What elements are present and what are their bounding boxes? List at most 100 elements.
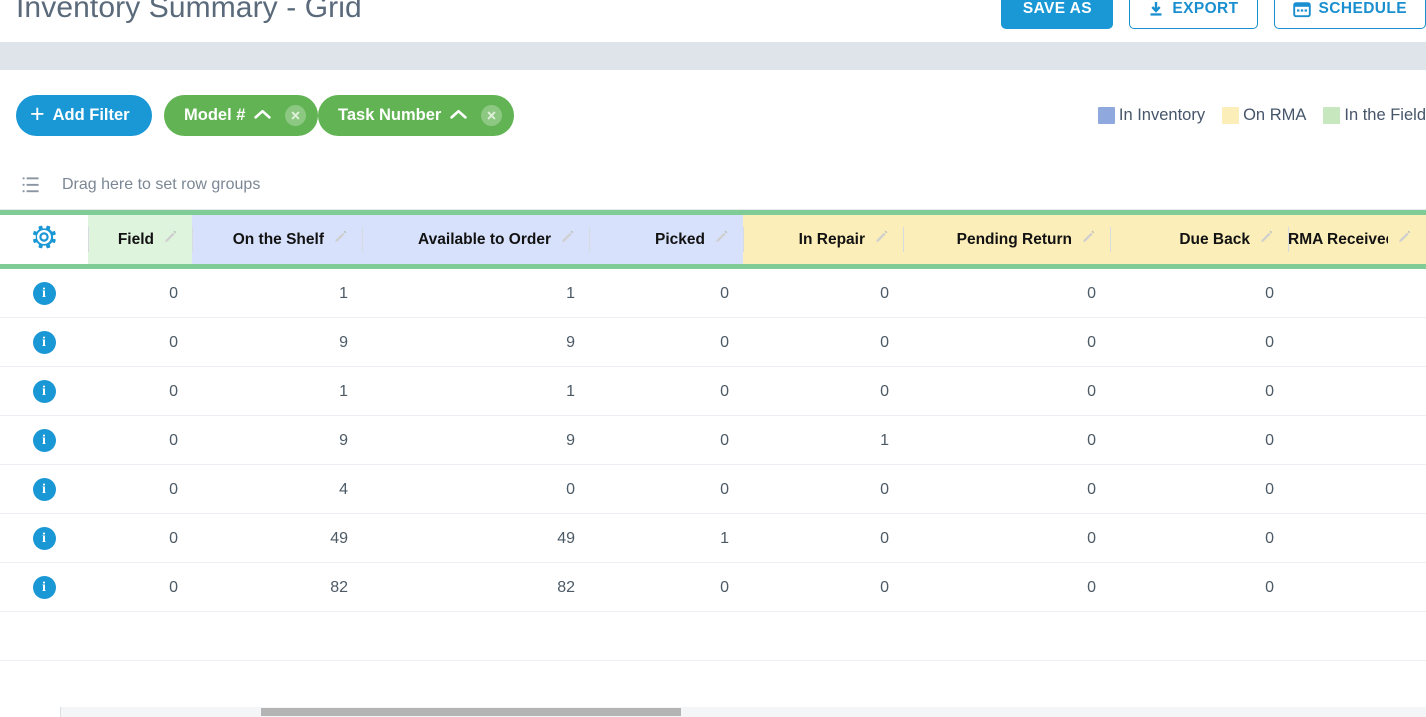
cell-pending_return: 0 xyxy=(1087,431,1096,449)
cell-field: 0 xyxy=(169,529,178,547)
cell-picked: 0 xyxy=(720,431,729,449)
report-card: + Add Filter Model # Task Number In Inve… xyxy=(0,70,1426,717)
cell-in_repair: 0 xyxy=(880,382,889,400)
scrollbar-track[interactable] xyxy=(60,707,1426,717)
pencil-icon[interactable] xyxy=(333,230,348,250)
title-bar: Inventory Summary - Grid SAVE AS EXPORT xyxy=(0,0,1426,42)
column-header-label: On the Shelf xyxy=(232,230,324,248)
scrollbar-thumb[interactable] xyxy=(261,708,681,716)
cell-rma_received xyxy=(1288,465,1426,514)
cell-due_back: 0 xyxy=(1265,529,1274,547)
row-info-cell: i xyxy=(0,318,88,367)
cell-pending_return: 0 xyxy=(1087,382,1096,400)
schedule-label: SCHEDULE xyxy=(1318,0,1407,17)
row-info-cell: i xyxy=(0,416,88,465)
cell-due_back: 0 xyxy=(1265,578,1274,596)
grid-header-row: Field On the Shelf Available to Order Pi… xyxy=(0,210,1426,269)
column-header-due-back[interactable]: Due Back xyxy=(1110,215,1288,264)
cell-available_to_order: 9 xyxy=(566,333,575,351)
info-icon[interactable]: i xyxy=(32,380,56,403)
save-as-label: SAVE AS xyxy=(1022,0,1092,17)
filter-chip-label: Task Number xyxy=(338,106,442,124)
pencil-icon[interactable] xyxy=(163,230,178,250)
legend-label: In the Field xyxy=(1344,106,1426,124)
table-row[interactable]: i 0 1 1 0 0 0 0 xyxy=(0,367,1426,416)
column-header-rma-received[interactable]: RMA Received xyxy=(1288,215,1426,264)
cell-on_the_shelf: 1 xyxy=(339,382,348,400)
cell-picked: 0 xyxy=(720,578,729,596)
title-actions: SAVE AS EXPORT SCHEDULE xyxy=(1001,0,1426,29)
info-icon[interactable]: i xyxy=(32,576,56,599)
column-header-on-the-shelf[interactable]: On the Shelf xyxy=(192,215,362,264)
grid-body: i 0 1 1 0 0 0 0 i 0 9 9 0 0 0 0 i 0 1 1 0 0 0 0 i 0 9 9 0 1 0 0 i 0 4 0 0 0 0 0… xyxy=(0,269,1426,667)
table-row[interactable]: i 0 82 82 0 0 0 0 xyxy=(0,563,1426,612)
table-row[interactable]: i 0 4 0 0 0 0 0 xyxy=(0,465,1426,514)
column-header-available-to-order[interactable]: Available to Order xyxy=(362,215,589,264)
legend-swatch xyxy=(1097,107,1115,124)
add-filter-button[interactable]: + Add Filter xyxy=(16,95,152,136)
info-icon[interactable]: i xyxy=(32,331,56,354)
calendar-icon xyxy=(1292,1,1311,18)
horizontal-scrollbar[interactable] xyxy=(0,707,1426,717)
table-row-empty xyxy=(0,612,1426,661)
cell-available_to_order: 49 xyxy=(557,529,575,547)
cell-pending_return: 0 xyxy=(1087,578,1096,596)
export-button[interactable]: EXPORT xyxy=(1129,0,1258,29)
cell-due_back: 0 xyxy=(1265,284,1274,302)
chevron-up-icon[interactable] xyxy=(450,106,468,125)
column-header-label: In Repair xyxy=(798,230,865,248)
info-icon[interactable]: i xyxy=(32,282,56,305)
pencil-icon[interactable] xyxy=(874,230,889,250)
pencil-icon[interactable] xyxy=(1397,230,1412,250)
pencil-icon[interactable] xyxy=(1259,230,1274,250)
info-icon[interactable]: i xyxy=(32,478,56,501)
filter-chip-task-number[interactable]: Task Number xyxy=(318,95,515,136)
plus-icon: + xyxy=(30,99,45,128)
schedule-button[interactable]: SCHEDULE xyxy=(1273,0,1426,29)
table-row[interactable]: i 0 9 9 0 0 0 0 xyxy=(0,318,1426,367)
cell-due_back: 0 xyxy=(1265,480,1274,498)
info-icon[interactable]: i xyxy=(32,429,56,452)
row-info-cell: i xyxy=(0,269,88,318)
table-row[interactable]: i 0 49 49 1 0 0 0 xyxy=(0,514,1426,563)
cell-rma_received xyxy=(1288,318,1426,367)
row-info-cell: i xyxy=(0,367,88,416)
info-icon[interactable]: i xyxy=(32,527,56,550)
cell-on_the_shelf: 9 xyxy=(339,333,348,351)
cell-on_the_shelf: 9 xyxy=(339,431,348,449)
row-group-placeholder: Drag here to set row groups xyxy=(62,175,261,193)
table-row[interactable]: i 0 1 1 0 0 0 0 xyxy=(0,269,1426,318)
pencil-icon[interactable] xyxy=(1081,230,1096,250)
row-info-cell: i xyxy=(0,465,88,514)
row-group-drop-zone[interactable]: Drag here to set row groups xyxy=(0,160,1426,210)
legend-label: In Inventory xyxy=(1118,106,1206,124)
remove-filter-icon[interactable] xyxy=(285,105,307,126)
pencil-icon[interactable] xyxy=(560,230,575,250)
table-row[interactable]: i 0 9 9 0 1 0 0 xyxy=(0,416,1426,465)
column-header-field[interactable]: Field xyxy=(88,215,192,264)
column-header-label: Pending Return xyxy=(956,230,1072,248)
column-header-picked[interactable]: Picked xyxy=(589,215,743,264)
column-header-pending-return[interactable]: Pending Return xyxy=(903,215,1110,264)
column-header-label: Due Back xyxy=(1179,230,1250,248)
column-header-label: Picked xyxy=(655,230,705,248)
chevron-up-icon[interactable] xyxy=(254,106,272,125)
cell-on_the_shelf: 82 xyxy=(330,578,348,596)
filter-chip-model-number[interactable]: Model # xyxy=(164,95,319,136)
cell-pending_return: 0 xyxy=(1087,284,1096,302)
remove-filter-icon[interactable] xyxy=(481,105,503,126)
cell-rma_received xyxy=(1288,514,1426,563)
cell-in_repair: 0 xyxy=(880,480,889,498)
cell-picked: 0 xyxy=(720,333,729,351)
cell-rma_received xyxy=(1288,269,1426,318)
section-divider xyxy=(0,42,1426,70)
save-as-button[interactable]: SAVE AS xyxy=(1001,0,1114,29)
cell-due_back: 0 xyxy=(1265,382,1274,400)
cell-due_back: 0 xyxy=(1265,333,1274,351)
cell-in_repair: 0 xyxy=(880,284,889,302)
download-icon xyxy=(1148,1,1164,18)
grid-settings-button[interactable] xyxy=(0,215,88,264)
column-header-in-repair[interactable]: In Repair xyxy=(743,215,903,264)
legend-swatch xyxy=(1323,107,1341,124)
pencil-icon[interactable] xyxy=(714,230,729,250)
